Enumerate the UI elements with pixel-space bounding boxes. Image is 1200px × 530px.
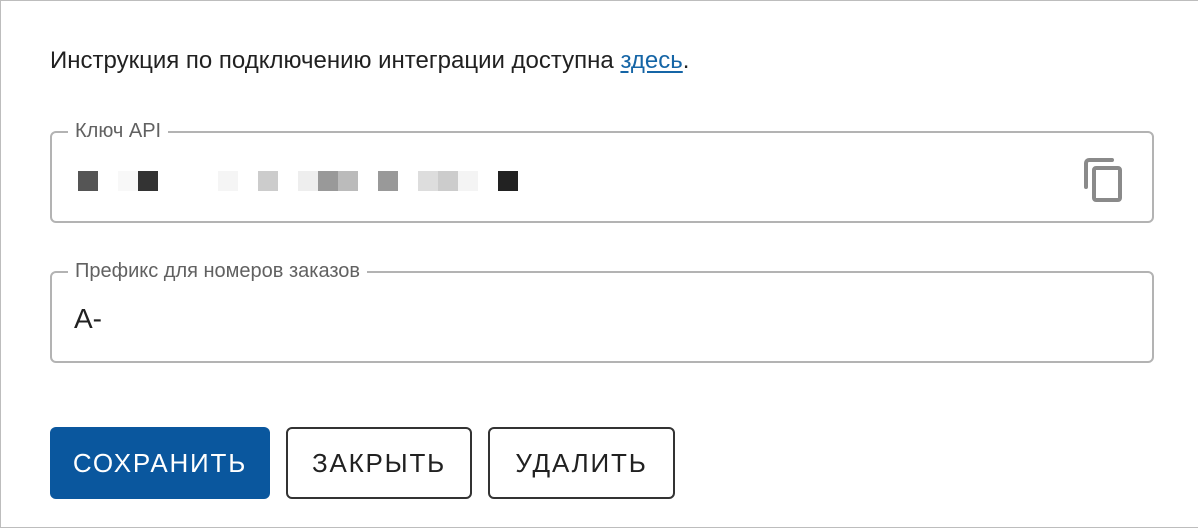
intro-text: Инструкция по подключению интеграции дос…	[50, 45, 689, 77]
masked-char	[478, 171, 498, 191]
masked-char	[438, 171, 458, 191]
masked-char	[258, 171, 278, 191]
masked-char	[178, 171, 198, 191]
masked-char	[138, 171, 158, 191]
instruction-link[interactable]: здесь	[620, 47, 682, 74]
delete-button[interactable]: УДАЛИТЬ	[488, 427, 675, 499]
masked-char	[378, 171, 398, 191]
masked-char	[398, 171, 418, 191]
integration-dialog: Инструкция по подключению интеграции дос…	[0, 0, 1198, 528]
masked-char	[458, 171, 478, 191]
masked-char	[278, 171, 298, 191]
intro-text-suffix: .	[682, 47, 690, 74]
intro-text-body: Инструкция по подключению интеграции дос…	[50, 47, 621, 74]
masked-char	[198, 171, 218, 191]
masked-char	[238, 171, 258, 191]
save-button[interactable]: СОХРАНИТЬ	[50, 427, 270, 499]
copy-icon[interactable]	[1082, 157, 1126, 203]
api-key-masked-value	[78, 171, 518, 191]
api-key-field[interactable]: Ключ API	[50, 117, 1154, 223]
api-key-label: Ключ API	[68, 117, 169, 145]
order-prefix-field[interactable]: Префикс для номеров заказов	[50, 257, 1154, 363]
order-prefix-input[interactable]	[74, 301, 1074, 337]
order-prefix-label: Префикс для номеров заказов	[68, 257, 368, 285]
masked-char	[318, 171, 338, 191]
masked-char	[158, 171, 178, 191]
masked-char	[358, 171, 378, 191]
masked-char	[298, 171, 318, 191]
masked-char	[218, 171, 238, 191]
masked-char	[498, 171, 518, 191]
masked-char	[78, 171, 98, 191]
masked-char	[98, 171, 118, 191]
masked-char	[338, 171, 358, 191]
masked-char	[418, 171, 438, 191]
masked-char	[118, 171, 138, 191]
close-button[interactable]: ЗАКРЫТЬ	[286, 427, 472, 499]
